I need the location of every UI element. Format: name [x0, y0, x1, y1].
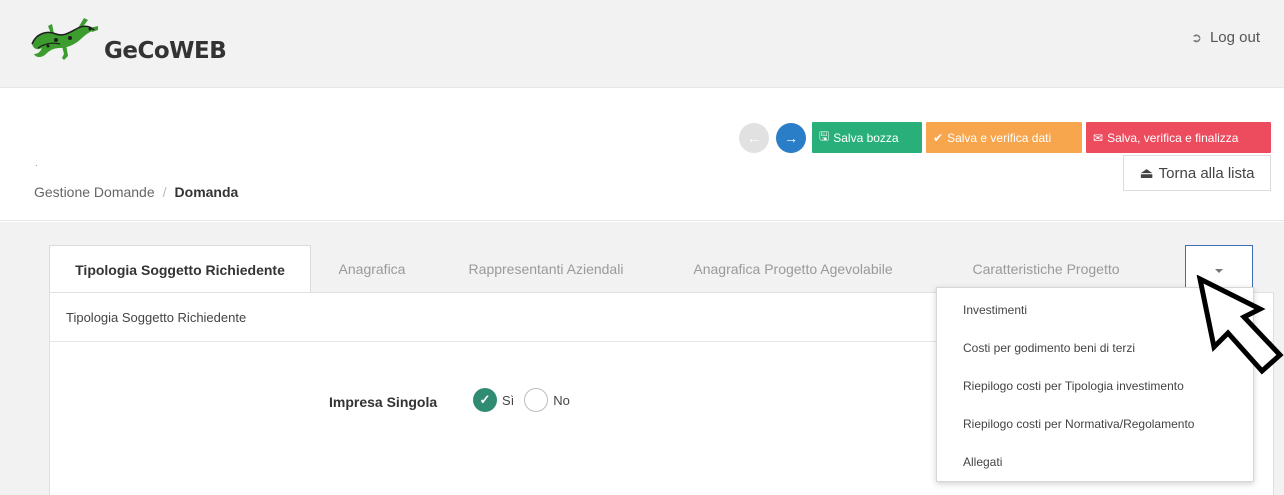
tab-label: Rappresentanti Aziendali	[468, 260, 624, 277]
eject-icon: ⏏	[1139, 165, 1154, 182]
tab-anagrafica[interactable]: Anagrafica	[311, 245, 433, 292]
back-to-list-label: Torna alla lista	[1158, 164, 1255, 182]
save-verify-finalize-label: Salva, verifica e finalizza	[1107, 130, 1239, 145]
breadcrumb-separator: /	[162, 184, 167, 200]
tab-tipologia-soggetto[interactable]: Tipologia Soggetto Richiedente	[49, 245, 311, 293]
gecko-logo-icon	[31, 18, 98, 60]
check-icon: ✓	[479, 392, 491, 407]
tab-bar: Tipologia Soggetto Richiedente Anagrafic…	[49, 245, 1274, 293]
radio-si[interactable]: ✓	[473, 388, 497, 412]
tab-label: Anagrafica	[338, 260, 406, 277]
top-bar: GeCoWEB ➲ Log out	[0, 0, 1284, 88]
radio-no[interactable]	[524, 388, 549, 412]
save-verify-label: Salva e verifica dati	[947, 130, 1052, 145]
tab-label: Tipologia Soggetto Richiedente	[75, 261, 285, 278]
small-mark: .	[35, 158, 38, 169]
radio-si-label: Sì	[502, 392, 515, 408]
tab-label: Caratteristiche Progetto	[972, 260, 1120, 277]
save-draft-button[interactable]: 🖫 Salva bozza	[812, 122, 922, 153]
save-draft-label: Salva bozza	[833, 130, 899, 145]
logo[interactable]: GeCoWEB	[30, 14, 227, 70]
tab-label: Anagrafica Progetto Agevolabile	[693, 260, 893, 277]
impresa-singola-radio-group: ✓ Sì No	[473, 388, 580, 412]
chevron-down-icon	[1215, 269, 1223, 273]
breadcrumb-current: Domanda	[174, 184, 239, 200]
floppy-icon: 🖫	[819, 129, 830, 143]
tab-caratteristiche-progetto[interactable]: Caratteristiche Progetto	[927, 245, 1165, 292]
check-icon: ✔	[933, 130, 944, 145]
pointer-arrow-icon	[1196, 275, 1284, 375]
save-verify-finalize-button[interactable]: ✉ Salva, verifica e finalizza	[1086, 122, 1271, 153]
radio-no-label: No	[553, 392, 570, 408]
arrow-right-icon: →	[784, 130, 798, 146]
tab-rappresentanti-aziendali[interactable]: Rappresentanti Aziendali	[433, 245, 659, 292]
menu-item-riepilogo-normativa[interactable]: Riepilogo costi per Normativa/Regolament…	[937, 405, 1253, 443]
logout-icon: ➲	[1191, 29, 1202, 45]
next-button[interactable]: →	[776, 123, 806, 153]
impresa-singola-label: Impresa Singola	[329, 394, 438, 410]
logout-label: Log out	[1209, 29, 1260, 46]
breadcrumb-root[interactable]: Gestione Domande	[34, 184, 155, 200]
arrow-left-icon: ←	[747, 130, 761, 146]
logout-link[interactable]: ➲ Log out	[1191, 29, 1260, 46]
back-to-list-button[interactable]: ⏏ Torna alla lista	[1123, 155, 1271, 191]
tab-anagrafica-progetto[interactable]: Anagrafica Progetto Agevolabile	[659, 245, 927, 292]
app-name: GeCoWEB	[104, 38, 227, 64]
breadcrumb: Gestione Domande / Domanda	[34, 184, 238, 200]
menu-item-allegati[interactable]: Allegati	[937, 443, 1253, 481]
envelope-icon: ✉	[1093, 130, 1104, 145]
page-header: . Gestione Domande / Domanda ← → 🖫 Salva b…	[0, 88, 1284, 221]
prev-button[interactable]: ←	[739, 123, 769, 153]
save-verify-button[interactable]: ✔ Salva e verifica dati	[926, 122, 1082, 153]
